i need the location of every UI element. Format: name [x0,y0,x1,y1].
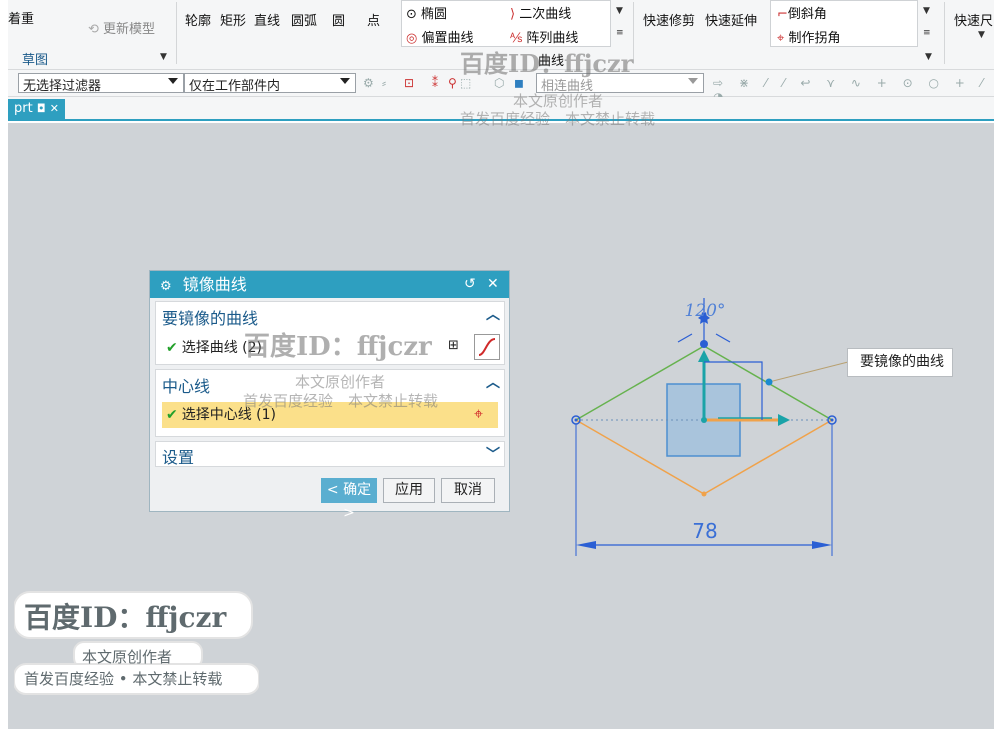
watermark-stamp-line1: 本文原创作者 [82,648,173,666]
callout-anchor [765,378,773,386]
endpoint-left-dot [574,418,578,422]
apply-button[interactable]: 应用 [383,478,435,503]
watermark-mid-line1: 本文原创作者 [295,373,386,391]
angle-dimension[interactable]: 120° [685,301,726,321]
watermark-stamp: 百度ID：ffjczr 本文原创作者 首发百度经验 • 本文禁止转载 [14,590,259,700]
dimension-arrow-left [576,541,596,549]
cancel-button[interactable]: 取消 [441,478,495,503]
curve-select-icon[interactable] [474,334,500,360]
watermark-mid-id: 百度ID：ffjczr [244,332,432,362]
check-icon: ✔ [166,340,178,356]
angle-arc-left [677,333,693,343]
dimension-arrow-right [812,541,832,549]
curves-to-mirror-callout: 要镜像的曲线 [847,348,953,377]
endpoint-right-dot [830,418,834,422]
watermark-stamp-id: 百度ID：ffjczr [24,601,227,634]
callout-leader [768,361,849,383]
sketch-origin [701,417,707,423]
chevron-up-icon[interactable]: ︿ [486,304,500,324]
chevron-up-icon[interactable]: ︿ [486,372,500,392]
watermark-top-id: 百度ID：ffjczr [460,49,634,78]
close-icon[interactable]: ✕ [487,271,499,298]
settings-group[interactable]: 设置 ﹀ [155,441,505,467]
x-axis-arrow [778,414,790,426]
mirrored-midpoint [701,491,707,497]
group-header-settings[interactable]: 设置 [162,444,194,468]
gear-icon[interactable]: ⚙ [160,279,172,294]
check-icon: ✔ [166,407,178,423]
dialog-titlebar: ⚙ 镜像曲线 ↺ ✕ [150,271,509,298]
watermark-top-line2: 首发百度经验 本文禁止转载 [460,110,656,128]
reset-icon[interactable]: ↺ [464,271,476,298]
chevron-down-icon[interactable]: ﹀ [486,444,500,464]
dialog-title: 镜像曲线 [182,275,247,294]
watermark-stamp-line2: 首发百度经验 • 本文禁止转载 [24,670,223,688]
angle-arc-right [715,333,731,343]
add-curve-icon[interactable]: ⊞ [448,338,459,353]
watermark-mid-line2: 首发百度经验 本文禁止转载 [243,392,439,410]
ok-button[interactable]: < 确定 > [321,478,377,521]
dimension-value[interactable]: 78 [692,519,717,543]
group-header-centerline[interactable]: 中心线 [162,373,210,397]
crosshair-icon[interactable]: ⌖ [474,404,483,424]
y-axis-arrow [698,350,710,362]
